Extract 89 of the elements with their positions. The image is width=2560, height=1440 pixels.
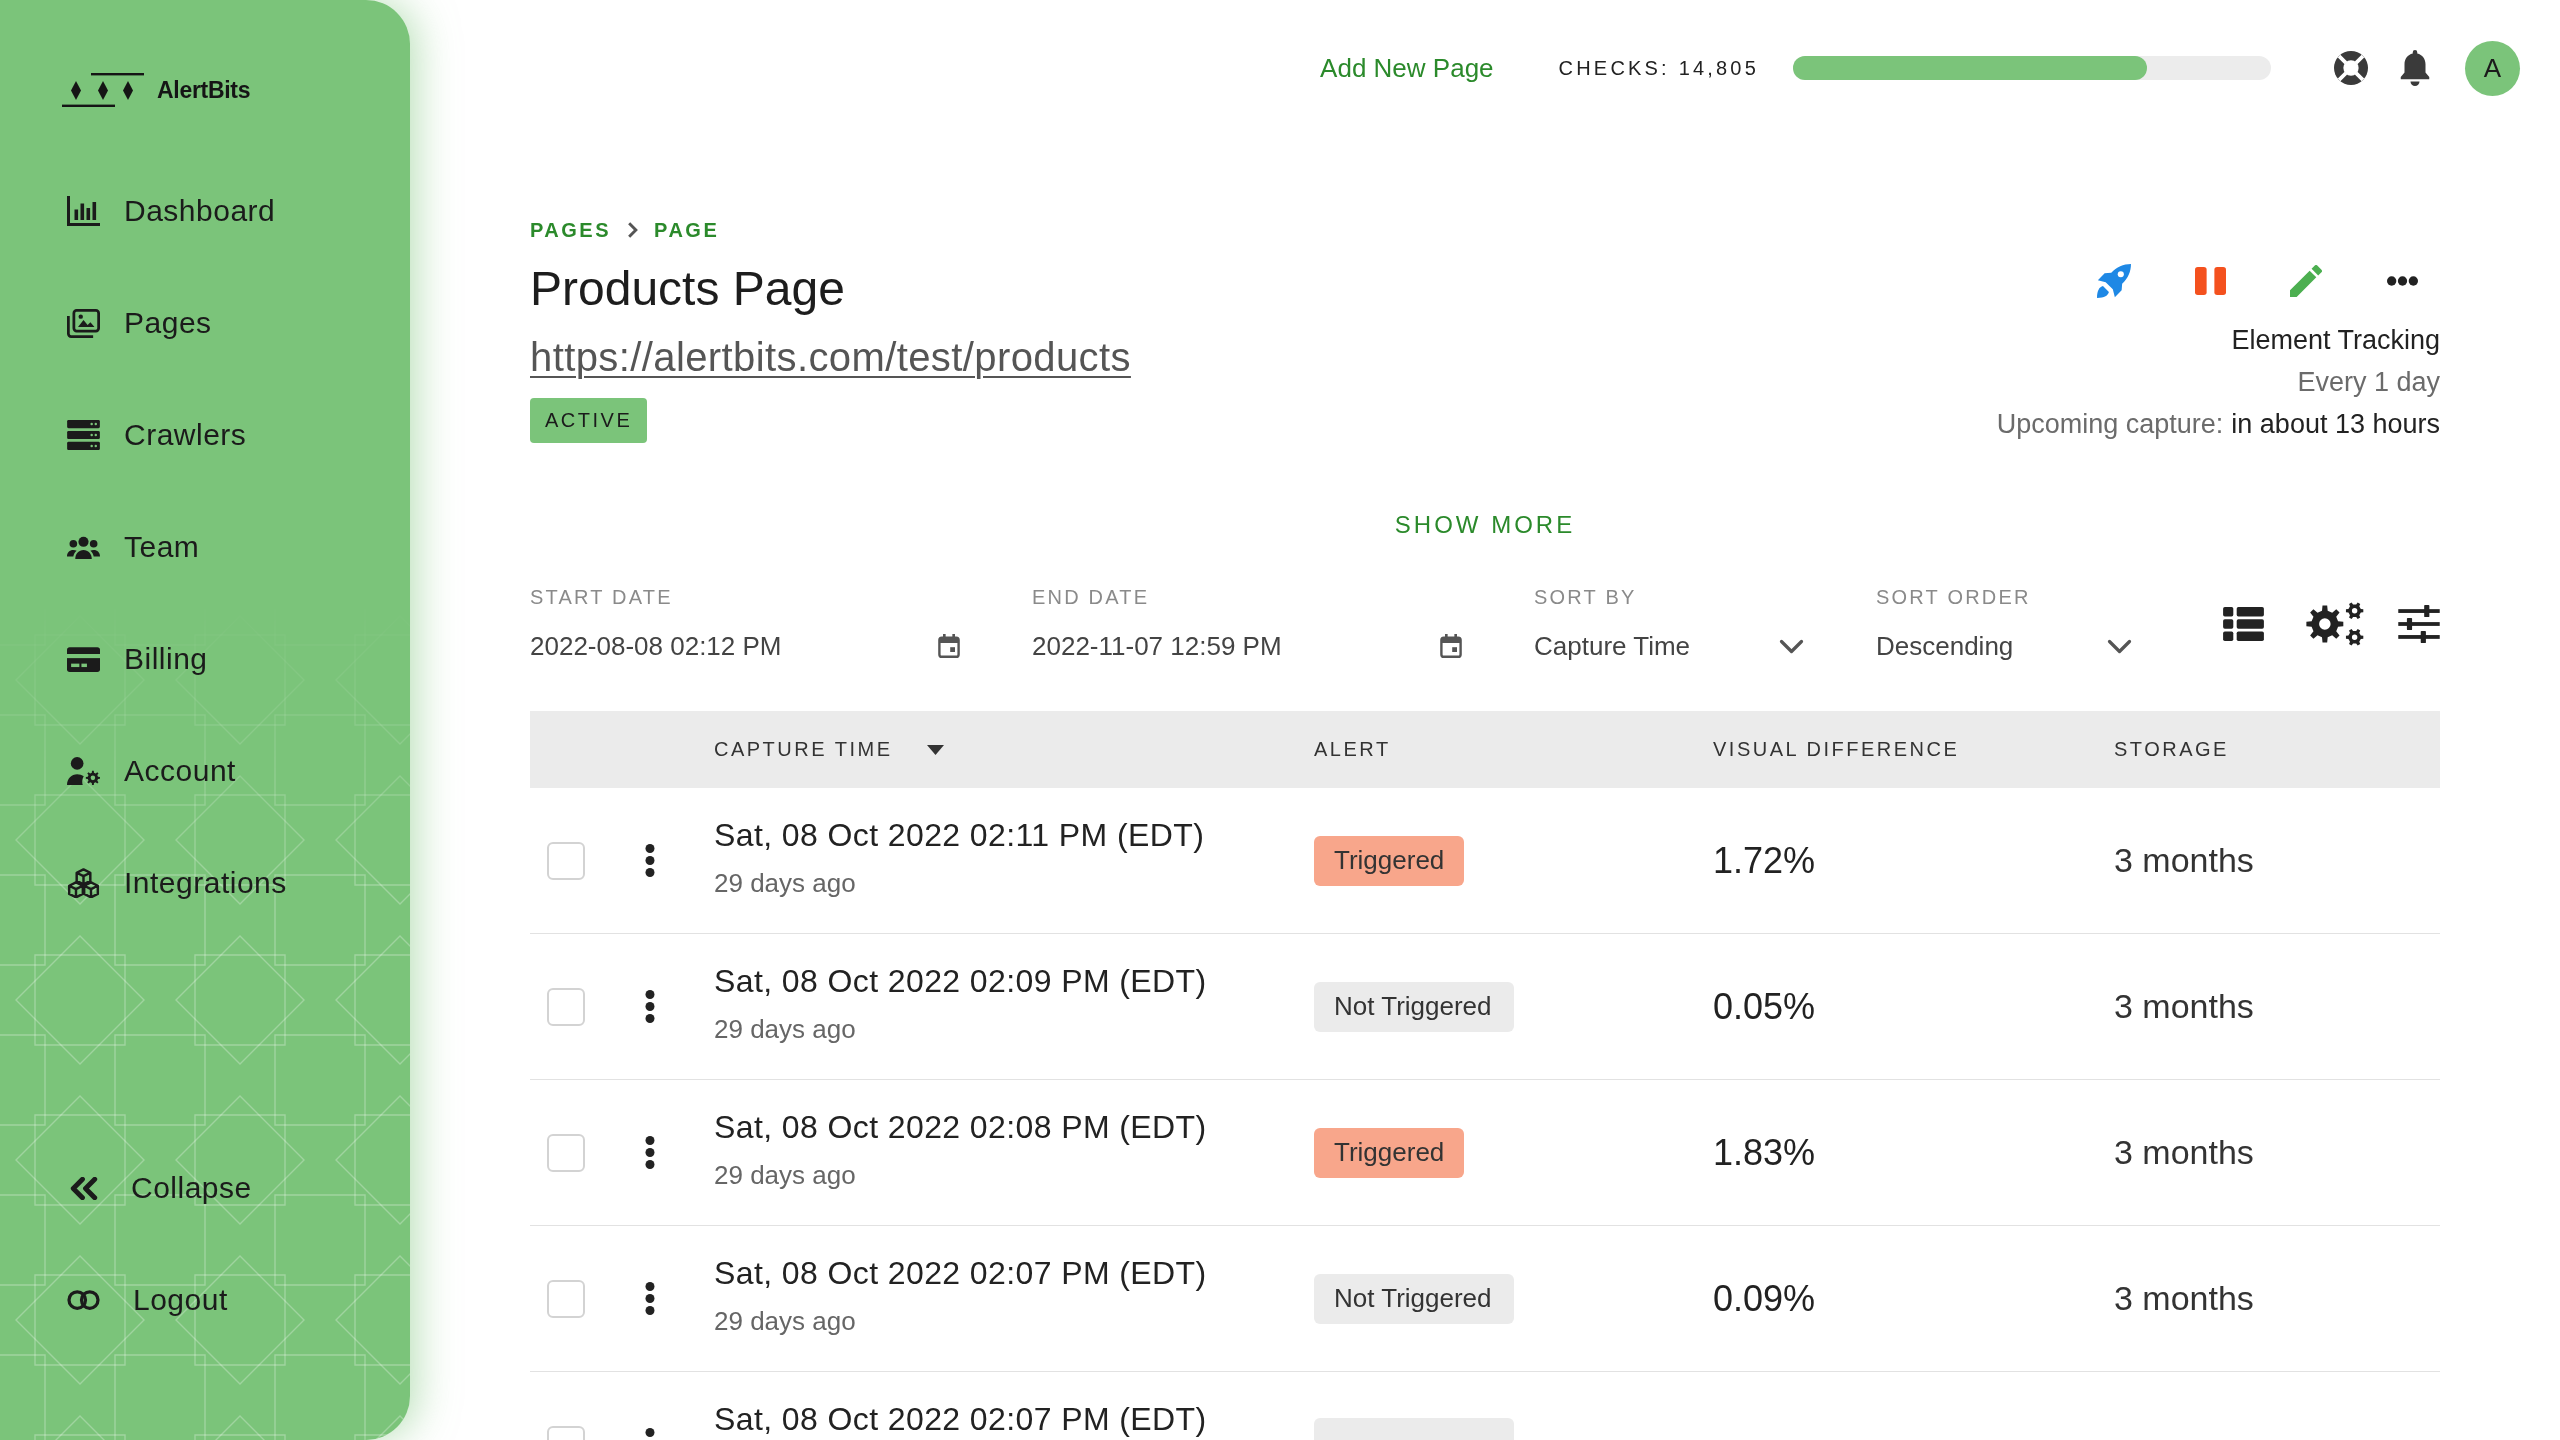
nav-item[interactable]: Crawlers bbox=[67, 407, 247, 463]
logo-icon bbox=[62, 73, 144, 107]
avatar[interactable]: A bbox=[2465, 40, 2520, 96]
row-checkbox[interactable] bbox=[547, 841, 585, 880]
bell-icon[interactable] bbox=[2400, 50, 2430, 86]
users-icon bbox=[67, 535, 100, 559]
storage-duration: 3 months bbox=[2114, 1133, 2254, 1171]
capture-time: Sat, 08 Oct 2022 02:08 PM (EDT) bbox=[714, 1110, 1207, 1144]
vertical-dots-icon[interactable] bbox=[645, 990, 655, 1023]
breadcrumb-link[interactable]: PAGE bbox=[654, 218, 720, 242]
pencil-icon[interactable] bbox=[2290, 265, 2322, 297]
alert-badge: Not Triggered bbox=[1314, 981, 1514, 1032]
sliders-icon[interactable] bbox=[2398, 605, 2440, 643]
vertical-dots-icon[interactable] bbox=[645, 1136, 655, 1169]
double-chevron-left-icon bbox=[70, 1176, 98, 1200]
upcoming-capture-time: in about 13 hours bbox=[2231, 408, 2440, 441]
nav-item[interactable]: Integrations bbox=[67, 855, 287, 911]
logo-text: AlertBits bbox=[157, 76, 251, 104]
column-header[interactable]: STORAGE bbox=[2114, 738, 2229, 761]
tracking-type: Element Tracking bbox=[2231, 324, 2440, 357]
capture-age: 29 days ago bbox=[714, 1305, 856, 1338]
filter-label: END DATE bbox=[1032, 585, 1150, 609]
cubes-icon bbox=[67, 868, 100, 898]
calendar-icon[interactable] bbox=[938, 634, 960, 658]
storage-duration: 3 months bbox=[2114, 987, 2254, 1025]
calendar-icon[interactable] bbox=[1440, 634, 1462, 658]
sort-caret-icon[interactable] bbox=[926, 744, 944, 755]
two-rings-icon bbox=[67, 1290, 100, 1310]
upcoming-capture-label: Upcoming capture: bbox=[1996, 408, 2224, 441]
lifebuoy-icon[interactable] bbox=[2334, 51, 2368, 85]
date-field[interactable]: 2022-11-07 12:59 PM bbox=[1032, 629, 1462, 663]
bar-chart-icon bbox=[67, 196, 100, 226]
nav-item[interactable]: Account bbox=[67, 743, 236, 799]
nav-item[interactable]: Team bbox=[67, 519, 200, 575]
capture-time: Sat, 08 Oct 2022 02:09 PM (EDT) bbox=[714, 964, 1207, 998]
settings-icon[interactable] bbox=[2306, 602, 2364, 646]
alert-badge: Triggered bbox=[1314, 1127, 1465, 1178]
select-field[interactable]: Descending bbox=[1876, 629, 2132, 663]
status-badge: ACTIVE bbox=[530, 398, 648, 443]
select-field[interactable]: Capture Time bbox=[1534, 629, 1804, 663]
capture-time: Sat, 08 Oct 2022 02:11 PM (EDT) bbox=[714, 818, 1205, 852]
row-checkbox[interactable] bbox=[547, 1279, 585, 1318]
capture-time: Sat, 08 Oct 2022 02:07 PM (EDT) bbox=[714, 1256, 1207, 1290]
add-page-link[interactable]: Add New Page bbox=[1320, 52, 1494, 84]
vertical-dots-icon[interactable] bbox=[645, 844, 655, 877]
capture-age: 29 days ago bbox=[714, 1159, 856, 1192]
visual-difference-value: 0.09% bbox=[1713, 1277, 1816, 1319]
capture-frequency: Every 1 day bbox=[2297, 366, 2440, 399]
credit-card-icon bbox=[67, 646, 100, 672]
filter-label: START DATE bbox=[530, 585, 673, 609]
chevron-down-icon bbox=[2107, 638, 2132, 654]
chevron-right-icon bbox=[627, 222, 639, 238]
storage-duration: 3 months bbox=[2114, 841, 2254, 879]
list-view-icon[interactable] bbox=[2223, 607, 2264, 641]
storage-duration: 3 months bbox=[2114, 1279, 2254, 1317]
more-horizontal-icon[interactable] bbox=[2386, 276, 2418, 286]
filter-label: SORT BY bbox=[1534, 585, 1637, 609]
column-header[interactable]: CAPTURE TIME bbox=[714, 738, 893, 761]
column-header[interactable]: VISUAL DIFFERENCE bbox=[1713, 738, 1960, 761]
vertical-dots-icon[interactable] bbox=[645, 1282, 655, 1315]
date-field[interactable]: 2022-08-08 02:12 PM bbox=[530, 629, 960, 663]
rocket-icon[interactable] bbox=[2097, 264, 2131, 298]
nav-item[interactable]: Dashboard bbox=[67, 183, 276, 239]
column-header[interactable]: ALERT bbox=[1314, 738, 1391, 761]
visual-difference-value: 1.83% bbox=[1713, 1131, 1816, 1173]
nav-item[interactable]: Pages bbox=[67, 295, 212, 351]
show-more-button[interactable]: SHOW MORE bbox=[1394, 508, 1576, 542]
breadcrumb-link[interactable]: PAGES bbox=[530, 218, 612, 242]
alert-badge: Triggered bbox=[1314, 835, 1465, 886]
capture-time: Sat, 08 Oct 2022 02:07 PM (EDT) bbox=[714, 1402, 1207, 1436]
nav-item[interactable]: Collapse bbox=[67, 1160, 252, 1216]
visual-difference-value: 0.05% bbox=[1713, 985, 1816, 1027]
pause-icon[interactable] bbox=[2194, 267, 2226, 295]
filter-label: SORT ORDER bbox=[1876, 585, 2031, 609]
capture-age: 29 days ago bbox=[714, 1013, 856, 1046]
chevron-down-icon bbox=[1779, 638, 1804, 654]
checks-count: CHECKS: 14,805 bbox=[1558, 56, 1759, 80]
visual-difference-value: 1.72% bbox=[1713, 839, 1816, 881]
page-url-link[interactable]: https://alertbits.com/test/products bbox=[530, 335, 1131, 379]
server-icon bbox=[67, 420, 100, 450]
images-icon bbox=[67, 308, 100, 338]
capture-age: 29 days ago bbox=[714, 867, 856, 900]
row-checkbox[interactable] bbox=[547, 1133, 585, 1172]
user-gear-icon bbox=[67, 757, 100, 785]
row-checkbox[interactable] bbox=[547, 987, 585, 1026]
nav-item[interactable]: Billing bbox=[67, 631, 208, 687]
page-title: Products Page bbox=[530, 261, 845, 317]
nav-item[interactable]: Logout bbox=[67, 1272, 228, 1328]
alert-badge: Not Triggered bbox=[1314, 1273, 1514, 1324]
